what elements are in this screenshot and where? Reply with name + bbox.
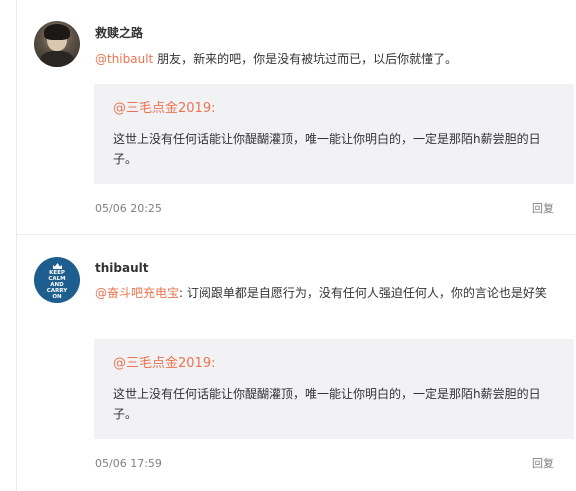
quote-author-link[interactable]: @三毛点金2019: [113, 356, 215, 372]
mention-link[interactable]: @奋斗吧充电宝 [95, 286, 179, 300]
avatar-text-line: ON [52, 294, 62, 300]
reply-button[interactable]: 回复 [532, 457, 554, 471]
comment-list: 救赎之路 @thibault 朋友，新来的吧，你是没有被坑过而已，以后你就懂了。… [0, 0, 576, 491]
username[interactable]: thibault [95, 261, 148, 275]
comment-text: @奋斗吧充电宝: 订阅跟单都是自愿行为，没有任何人强迫任何人，你的言论也是好笑 [95, 283, 565, 303]
quote-text: 这世上没有任何话能让你醍醐灌顶，唯一能让你明白的，一定是那陌h薪尝胆的日子。 [113, 132, 541, 166]
avatar[interactable] [34, 21, 80, 67]
quoted-comment: @三毛点金2019: 这世上没有任何话能让你醍醐灌顶，唯一能让你明白的，一定是那… [94, 84, 574, 184]
quoted-comment: @三毛点金2019: 这世上没有任何话能让你醍醐灌顶，唯一能让你明白的，一定是那… [94, 339, 574, 439]
reply-button[interactable]: 回复 [532, 202, 554, 216]
timestamp: 05/06 17:59 [95, 457, 162, 470]
avatar-figure-hair [44, 24, 70, 40]
mention-separator: : [179, 286, 187, 300]
timestamp: 05/06 20:25 [95, 202, 162, 215]
comment-item: 救赎之路 @thibault 朋友，新来的吧，你是没有被坑过而已，以后你就懂了。… [17, 0, 576, 234]
avatar-figure-body [40, 51, 74, 67]
username[interactable]: 救赎之路 [95, 26, 143, 40]
comment-text: @thibault 朋友，新来的吧，你是没有被坑过而已，以后你就懂了。 [95, 49, 565, 69]
comment-body: 朋友，新来的吧，你是没有被坑过而已，以后你就懂了。 [157, 52, 458, 66]
avatar-keep-calm-text: KEEP CALM AND CARRY ON [34, 257, 80, 303]
mention-link[interactable]: @thibault [95, 52, 153, 66]
comment-item: KEEP CALM AND CARRY ON thibault @奋斗吧充电宝:… [17, 235, 576, 491]
avatar[interactable]: KEEP CALM AND CARRY ON [34, 257, 80, 303]
crown-icon [52, 263, 62, 269]
quote-text: 这世上没有任何话能让你醍醐灌顶，唯一能让你明白的，一定是那陌h薪尝胆的日子。 [113, 387, 541, 421]
quote-author-link[interactable]: @三毛点金2019: [113, 101, 215, 117]
comment-body: 订阅跟单都是自愿行为，没有任何人强迫任何人，你的言论也是好笑 [186, 286, 547, 300]
